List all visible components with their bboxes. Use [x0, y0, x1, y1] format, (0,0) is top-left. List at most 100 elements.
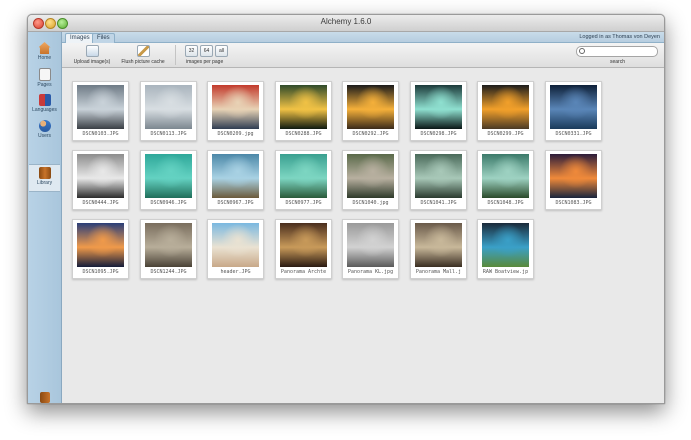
image-filename: DSCN1040.jpg — [352, 200, 389, 206]
logout-icon — [40, 392, 50, 403]
image-filename: DSCN1041.JPG — [420, 200, 457, 206]
sidebar-item-label: Library — [36, 180, 53, 186]
image-preview — [77, 223, 124, 267]
image-filename: DSCN0288.JPG — [285, 131, 322, 137]
image-preview — [482, 223, 529, 267]
image-thumbnail[interactable]: Panorama KL.jpg — [342, 219, 399, 279]
per-page-32-button[interactable]: 32 — [185, 45, 198, 57]
image-thumbnail[interactable]: DSCN1041.JPG — [410, 150, 467, 210]
image-thumbnail[interactable]: DSCN0977.JPG — [275, 150, 332, 210]
sidebar-item-home[interactable]: Home — [29, 40, 60, 66]
image-preview — [482, 154, 529, 198]
image-thumbnail[interactable]: DSCN1040.jpg — [342, 150, 399, 210]
image-thumbnail[interactable]: DSCN1244.JPG — [140, 219, 197, 279]
image-thumbnail[interactable]: DSCN0288.JPG — [275, 81, 332, 141]
image-filename: Panorama Mall.j — [415, 269, 462, 275]
image-preview — [415, 223, 462, 267]
sidebar-item-users[interactable]: Users — [29, 118, 60, 144]
title-bar: Alchemy 1.6.0 — [28, 15, 664, 32]
image-thumbnail[interactable]: DSCN1095.JPG — [72, 219, 129, 279]
logout-button[interactable]: logout — [32, 390, 58, 403]
upload-icon — [85, 45, 99, 57]
image-filename: header.JPG — [220, 269, 251, 275]
image-preview — [77, 85, 124, 129]
flush-cache-button[interactable]: Flush picture cache — [117, 45, 169, 65]
image-filename: DSCN0444.JPG — [82, 200, 119, 206]
sidebar-item-library[interactable]: Library — [29, 164, 60, 192]
image-preview — [550, 85, 597, 129]
image-filename: Panorama KL.jpg — [347, 269, 394, 275]
image-thumbnail[interactable]: DSCN0113.JPG — [140, 81, 197, 141]
image-filename: DSCN0103.JPG — [82, 131, 119, 137]
sidebar: Home Pages Languages Users Library logou… — [28, 32, 62, 403]
search-field — [576, 46, 658, 57]
image-preview — [347, 154, 394, 198]
image-preview — [347, 85, 394, 129]
image-filename: DSCN1095.JPG — [82, 269, 119, 275]
image-thumbnail[interactable]: DSCN0967.JPG — [207, 150, 264, 210]
image-filename: DSCN1048.JPG — [487, 200, 524, 206]
pages-icon — [38, 68, 51, 81]
sidebar-item-label: Languages — [32, 107, 57, 113]
upload-label: Upload image(s) — [73, 59, 111, 65]
image-filename: DSCN0967.JPG — [217, 200, 254, 206]
image-thumbnail[interactable]: DSCN0209.jpg — [207, 81, 264, 141]
image-thumbnail[interactable]: DSCN0331.JPG — [545, 81, 602, 141]
image-thumbnail[interactable]: DSCN0946.JPG — [140, 150, 197, 210]
image-filename: DSCN1244.JPG — [150, 269, 187, 275]
image-filename: DSCN0331.JPG — [555, 131, 592, 137]
image-filename: DSCN0299.JPG — [487, 131, 524, 137]
image-gallery: DSCN0103.JPG DSCN0113.JPG DSCN0209.jpg DSCN… — [62, 68, 664, 403]
image-filename: DSCN0977.JPG — [285, 200, 322, 206]
sidebar-item-label: Users — [37, 133, 52, 139]
image-preview — [415, 85, 462, 129]
image-thumbnail[interactable]: DSCN1048.JPG — [477, 150, 534, 210]
toolbar-divider — [175, 45, 176, 65]
image-preview — [77, 154, 124, 198]
tab-bar: Images Files Logged in as Thomas von Dey… — [62, 32, 664, 43]
image-thumbnail[interactable]: DSCN0444.JPG — [72, 150, 129, 210]
image-preview — [145, 154, 192, 198]
broom-icon — [136, 45, 150, 57]
image-thumbnail[interactable]: DSCN1083.JPG — [545, 150, 602, 210]
per-page-all-button[interactable]: all — [215, 45, 228, 57]
per-page-64-button[interactable]: 64 — [200, 45, 213, 57]
languages-icon — [38, 94, 51, 106]
logged-in-label: Logged in as Thomas von Deyen — [579, 34, 660, 40]
image-thumbnail[interactable]: Panorama Mall.j — [410, 219, 467, 279]
search-input[interactable] — [586, 47, 652, 56]
tab-images[interactable]: Images — [65, 33, 95, 43]
library-icon — [38, 167, 51, 179]
image-thumbnail[interactable]: DSCN0299.JPG — [477, 81, 534, 141]
image-filename: DSCN0209.jpg — [217, 131, 254, 137]
image-thumbnail[interactable]: RAW Boatview.jp — [477, 219, 534, 279]
sidebar-item-pages[interactable]: Pages — [29, 66, 60, 92]
image-filename: DSCN1083.JPG — [555, 200, 592, 206]
upload-images-button[interactable]: Upload image(s) — [70, 45, 114, 65]
per-page-label: images per page — [186, 59, 224, 65]
image-thumbnail[interactable]: Panorama Archte — [275, 219, 332, 279]
image-thumbnail[interactable]: header.JPG — [207, 219, 264, 279]
image-preview — [347, 223, 394, 267]
toolbar: Upload image(s) Flush picture cache 32 6… — [62, 43, 664, 68]
image-filename: DSCN0113.JPG — [150, 131, 187, 137]
image-filename: DSCN0946.JPG — [150, 200, 187, 206]
image-preview — [212, 154, 259, 198]
sidebar-item-label: Home — [37, 55, 52, 61]
users-icon — [38, 120, 51, 132]
image-thumbnail[interactable]: DSCN0103.JPG — [72, 81, 129, 141]
image-preview — [145, 85, 192, 129]
image-filename: RAW Boatview.jp — [482, 269, 529, 275]
search-label: search — [609, 59, 625, 65]
home-icon — [38, 42, 51, 54]
search-icon — [579, 48, 585, 54]
sidebar-item-languages[interactable]: Languages — [29, 92, 60, 118]
tab-files[interactable]: Files — [92, 33, 115, 43]
app-window: Alchemy 1.6.0 Home Pages Languages Users… — [27, 14, 665, 404]
image-preview — [280, 154, 327, 198]
image-thumbnail[interactable]: DSCN0292.JPG — [342, 81, 399, 141]
image-preview — [145, 223, 192, 267]
image-preview — [482, 85, 529, 129]
flush-label: Flush picture cache — [121, 59, 165, 65]
image-thumbnail[interactable]: DSCN0298.JPG — [410, 81, 467, 141]
